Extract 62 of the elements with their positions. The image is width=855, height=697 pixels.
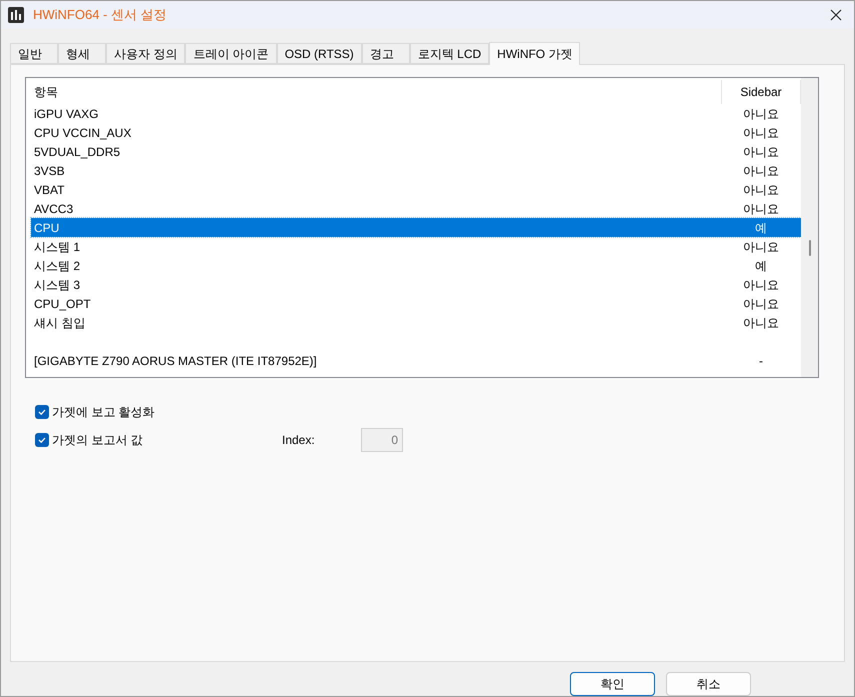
checkbox[interactable] xyxy=(35,405,49,419)
tab[interactable]: 형세 xyxy=(58,43,106,64)
table-cell: 시스템 3 xyxy=(34,278,80,292)
table-row[interactable]: 섀시 침입 아니요 xyxy=(31,313,801,332)
table-cell: iGPU VAXG xyxy=(34,106,98,120)
table-row[interactable]: 시스템 1 아니요 xyxy=(31,237,801,256)
check-icon xyxy=(37,435,47,445)
checkbox[interactable] xyxy=(35,433,49,447)
table-cell-text: - xyxy=(759,352,763,370)
table-cell: 3VSB xyxy=(34,164,65,178)
table-cell-text: 아니요 xyxy=(743,276,779,294)
tab[interactable]: HWiNFO 가젯 xyxy=(489,42,580,65)
table-cell-text: 아니요 xyxy=(743,314,779,332)
table-cell: 시스템 1 xyxy=(34,240,80,254)
check-icon xyxy=(37,407,47,417)
table-row[interactable]: 시스템 2 예 xyxy=(31,256,801,275)
table-cell: AVCC3 xyxy=(34,202,74,216)
scrollbar[interactable] xyxy=(801,78,818,377)
table-cell: CPU VCCIN_AUX xyxy=(34,126,132,140)
table-cell-text: 예 xyxy=(755,220,767,236)
window-title: HWiNFO64 - 센서 설정 xyxy=(33,6,167,24)
table-row[interactable]: AVCC3 아니요 xyxy=(31,199,801,218)
table-cell-text: 아니요 xyxy=(743,200,779,218)
tab[interactable]: 사용자 정의 xyxy=(106,43,186,64)
table-cell: CPU xyxy=(34,220,60,234)
table-cell-text: 아니요 xyxy=(743,106,779,122)
tab[interactable]: 일반 xyxy=(10,43,58,64)
table-row[interactable]: 5VDUAL_DDR5 아니요 xyxy=(31,142,801,161)
table-cell-text: 아니요 xyxy=(743,182,779,198)
app-icon xyxy=(8,7,24,23)
table-cell-text: 아니요 xyxy=(743,296,779,312)
table-row[interactable]: CPU 예 xyxy=(31,218,801,237)
table-cell: 시스템 2 xyxy=(34,258,80,272)
table-row[interactable]: CPU VCCIN_AUX 아니요 xyxy=(31,123,801,142)
table-cell-text: 예 xyxy=(755,258,767,274)
table-row[interactable]: 3VSB 아니요 xyxy=(31,161,801,180)
table-cell-text: 아니요 xyxy=(743,162,779,180)
table-cell-text: 아니요 xyxy=(743,238,779,256)
table-cell-text: 아니요 xyxy=(743,124,779,142)
index-field[interactable]: 0 xyxy=(361,428,403,452)
tab[interactable]: 로지텍 LCD xyxy=(410,43,490,64)
table-row[interactable]: CPU_OPT 아니요 xyxy=(31,294,801,313)
tab[interactable]: 트레이 아이콘 xyxy=(185,43,277,64)
table-cell: [GIGABYTE Z790 AORUS MASTER (ITE IT87952E)] xyxy=(34,354,317,368)
column-header[interactable]: 항목 xyxy=(31,80,721,104)
table-cell: 5VDUAL_DDR5 xyxy=(34,144,120,158)
dialog-button[interactable]: 확인 xyxy=(570,672,655,696)
table-row[interactable]: iGPU VAXG 아니요 xyxy=(31,104,801,123)
table-row[interactable]: VBAT 아니요 xyxy=(31,180,801,199)
table-cell: 섀시 침입 xyxy=(34,316,86,330)
tab[interactable]: OSD (RTSS) xyxy=(276,43,362,64)
table-row[interactable]: [GIGABYTE Z790 AORUS MASTER (ITE IT87952E)] - xyxy=(31,351,801,370)
tab[interactable]: 경고 xyxy=(362,43,410,64)
checkbox-label: 가젯의 보고서 값 xyxy=(52,432,143,449)
table-cell: VBAT xyxy=(34,182,64,196)
checkbox-label: 가젯에 보고 활성화 xyxy=(52,404,155,421)
close-icon[interactable] xyxy=(830,9,842,21)
table-cell: CPU_OPT xyxy=(34,296,91,310)
dialog-button[interactable]: 취소 xyxy=(666,672,751,696)
table-cell-text: 아니요 xyxy=(743,144,779,160)
table-row[interactable]: 시스템 3 아니요 xyxy=(31,275,801,294)
index-label: Index: xyxy=(282,432,316,449)
